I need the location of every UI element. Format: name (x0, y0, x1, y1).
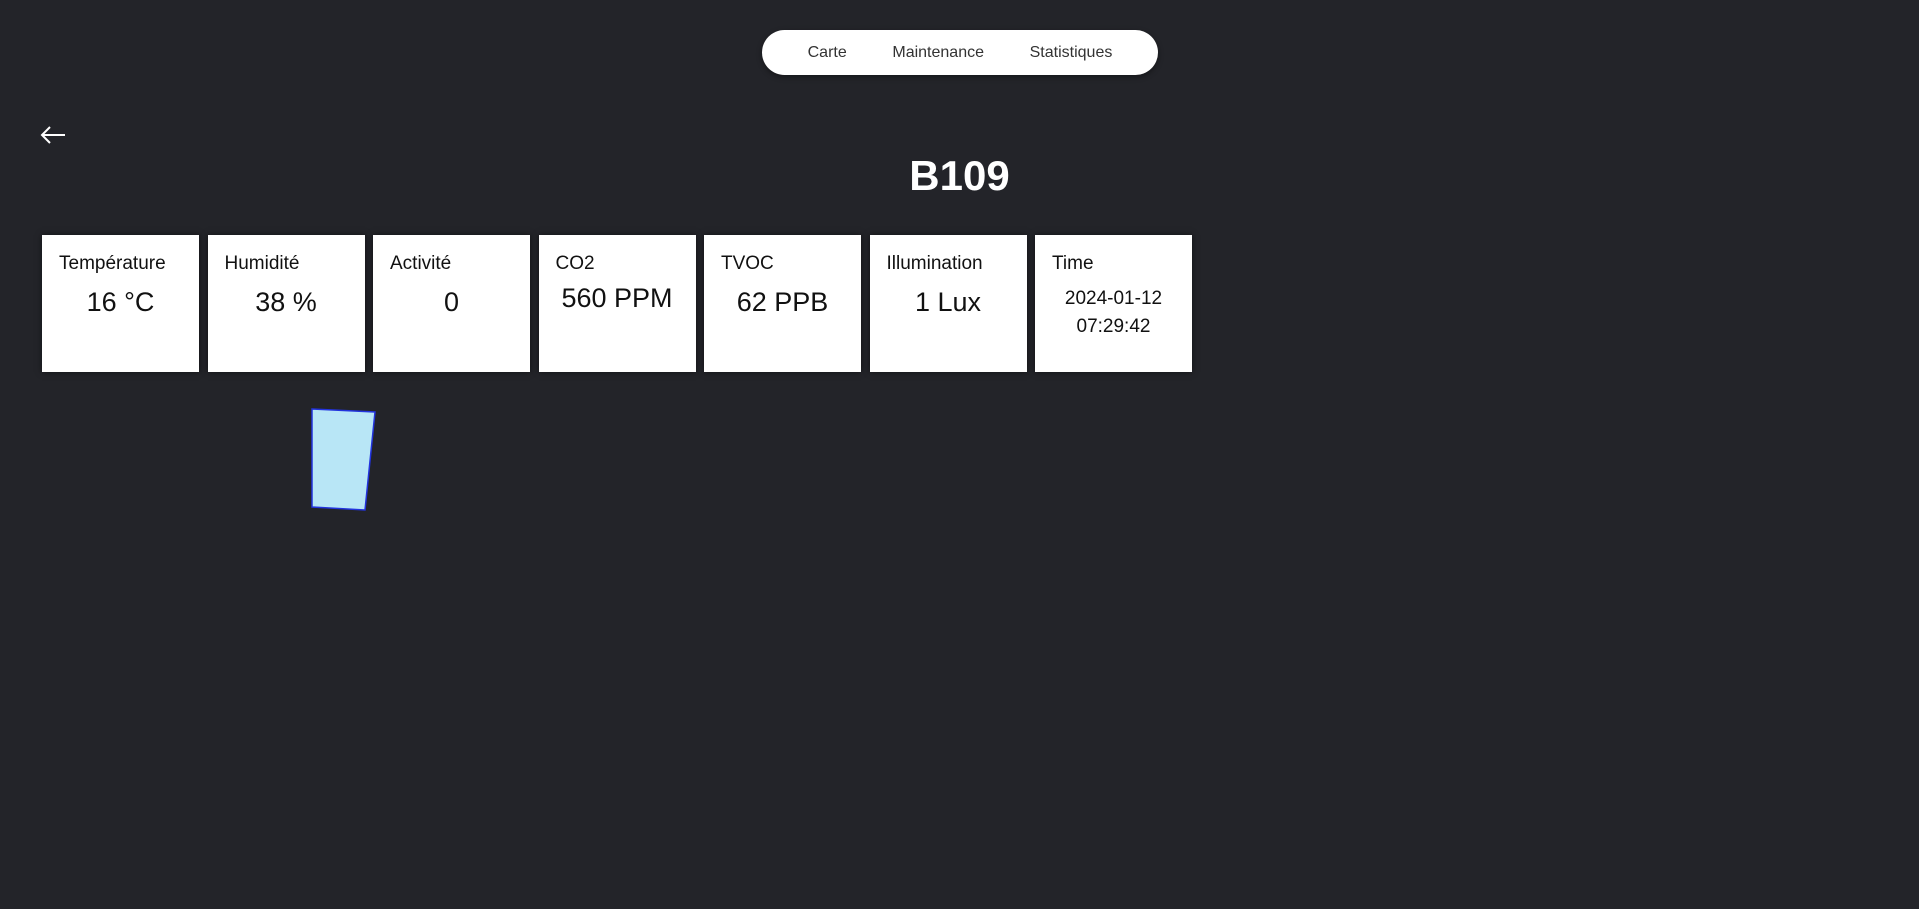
room-shape[interactable] (311, 408, 376, 511)
room-plan (311, 408, 376, 511)
